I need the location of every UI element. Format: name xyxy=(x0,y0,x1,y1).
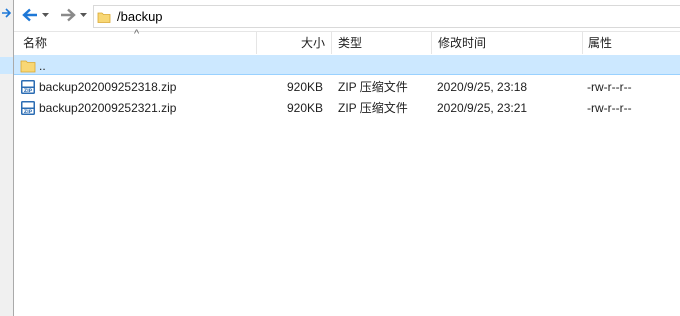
toolbar: /backup xyxy=(14,0,680,32)
chevron-down-icon xyxy=(79,12,87,17)
column-modified-label: 修改时间 xyxy=(438,36,487,50)
chevron-down-icon xyxy=(41,12,49,17)
folder-icon xyxy=(20,60,36,73)
arrow-left-icon xyxy=(22,8,37,22)
arrow-right-icon xyxy=(61,8,76,22)
file-type: ZIP 压缩文件 xyxy=(338,101,408,115)
file-size: 920KB xyxy=(286,101,323,115)
forward-history-dropdown[interactable] xyxy=(78,6,88,24)
sort-ascending-icon: ^ xyxy=(134,28,140,40)
file-size: 920KB xyxy=(286,80,323,94)
file-attributes: -rw-r--r-- xyxy=(587,101,632,115)
left-pane-selection xyxy=(0,57,13,74)
file-name: backup202009252321.zip xyxy=(39,101,177,115)
column-header: 名称 ^ 大小 类型 修改时间 属性 xyxy=(14,28,680,54)
file-row-parent[interactable]: .. xyxy=(14,55,680,75)
svg-text:ZIP: ZIP xyxy=(24,88,33,94)
file-type xyxy=(338,56,432,76)
file-attributes: -rw-r--r-- xyxy=(587,80,632,94)
back-history-dropdown[interactable] xyxy=(40,6,50,24)
file-row[interactable]: ZIP backup202009252321.zip 920KB ZIP 压缩文… xyxy=(14,98,680,118)
file-type: ZIP 压缩文件 xyxy=(338,80,408,94)
file-name: .. xyxy=(39,59,46,73)
arrow-right-icon xyxy=(2,8,11,18)
file-modified: 2020/9/25, 23:18 xyxy=(437,80,528,94)
file-modified xyxy=(437,56,583,76)
svg-text:ZIP: ZIP xyxy=(24,109,33,115)
file-browser-window: /backup 名称 ^ 大小 类型 修改时间 属性 .. ZIP backup… xyxy=(0,0,680,316)
folder-icon xyxy=(97,12,111,23)
column-attributes-header[interactable]: 属性 xyxy=(583,32,680,54)
column-attributes-label: 属性 xyxy=(588,36,613,50)
file-attributes xyxy=(587,56,680,76)
file-name: backup202009252318.zip xyxy=(39,80,177,94)
column-type-header[interactable]: 类型 xyxy=(332,32,432,54)
column-modified-header[interactable]: 修改时间 xyxy=(432,32,583,54)
zip-file-icon: ZIP xyxy=(21,80,35,94)
zip-file-icon: ZIP xyxy=(21,101,35,115)
forward-button[interactable] xyxy=(58,6,78,24)
address-bar[interactable]: /backup xyxy=(93,5,680,28)
column-name-header[interactable]: 名称 ^ xyxy=(14,28,257,54)
column-type-label: 类型 xyxy=(338,36,363,50)
column-size-header[interactable]: 大小 xyxy=(257,32,332,54)
current-path: /backup xyxy=(117,9,163,24)
back-button[interactable] xyxy=(20,6,40,24)
file-size xyxy=(257,56,323,76)
file-modified: 2020/9/25, 23:21 xyxy=(437,101,528,115)
column-size-label: 大小 xyxy=(300,36,325,50)
left-pane-edge[interactable] xyxy=(0,0,14,316)
column-name-label: 名称 xyxy=(23,36,48,50)
file-row[interactable]: ZIP backup202009252318.zip 920KB ZIP 压缩文… xyxy=(14,77,680,97)
